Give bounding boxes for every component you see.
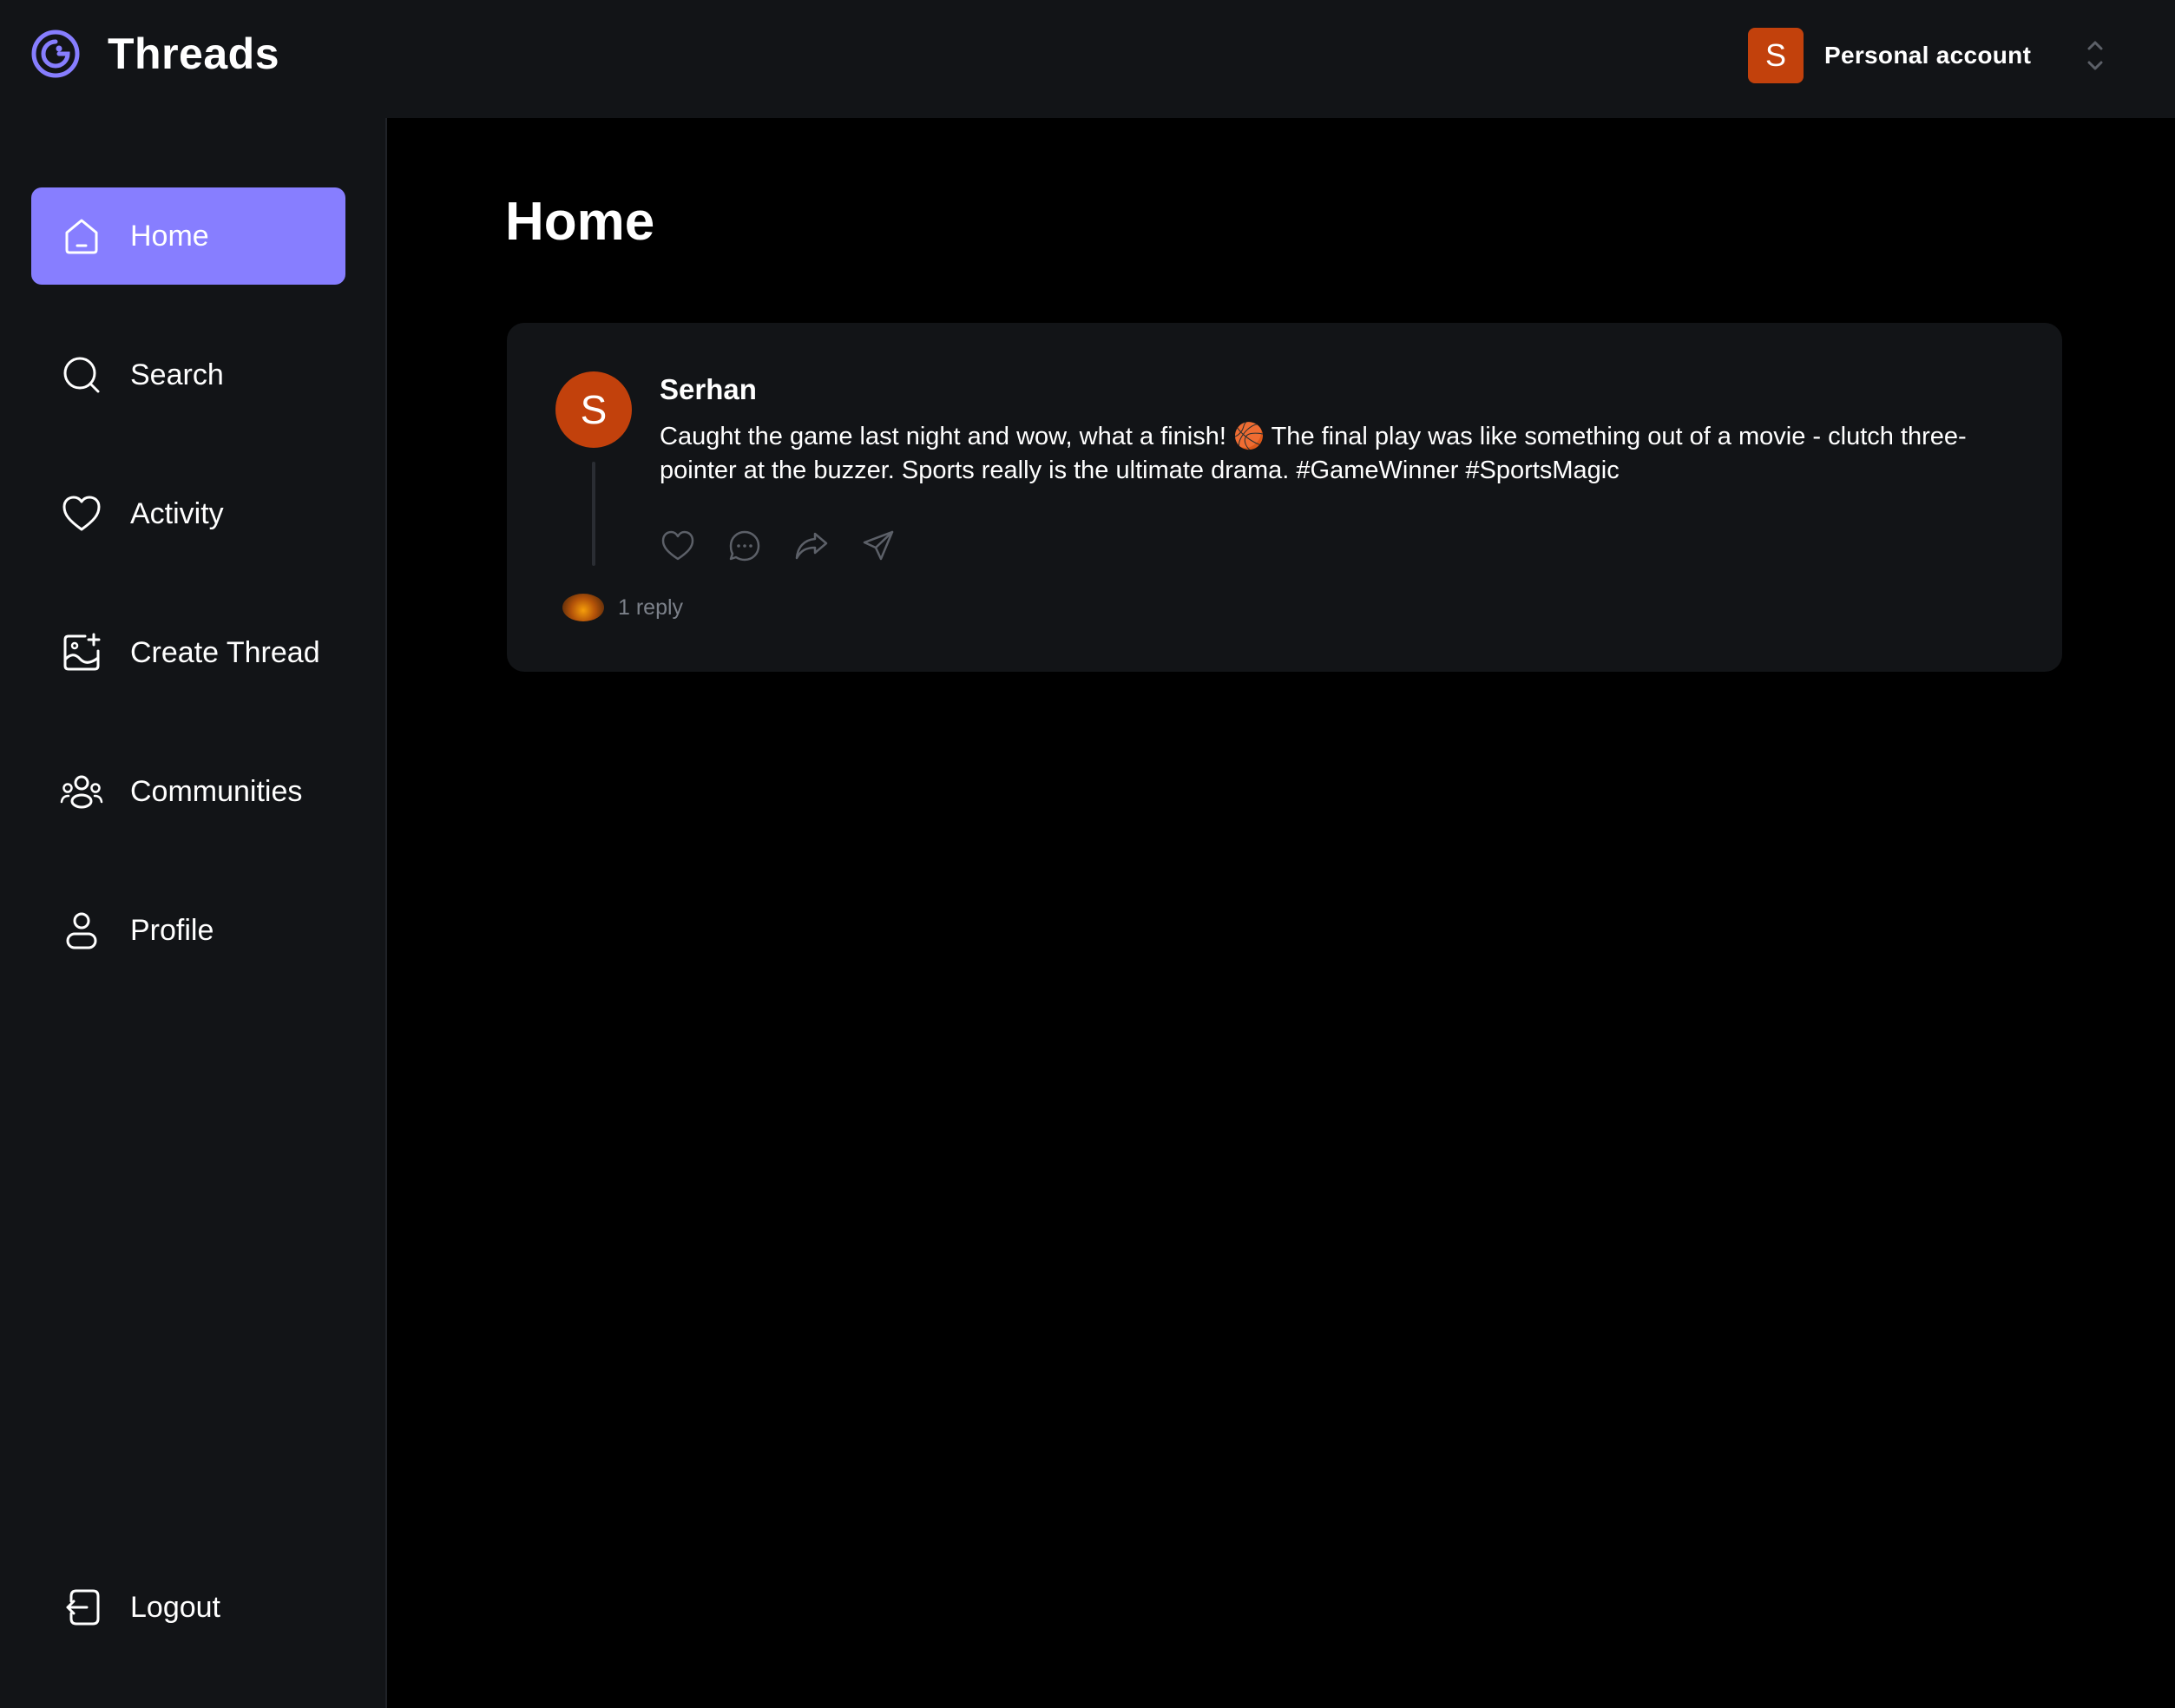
thread-card: S Serhan Caught the game last night and … <box>507 323 2062 672</box>
sidebar-item-label: Search <box>130 358 224 391</box>
author-avatar[interactable]: S <box>555 371 632 448</box>
reply-count: 1 reply <box>618 595 684 620</box>
app-title: Threads <box>108 30 280 78</box>
sidebar-item-home[interactable]: Home <box>31 187 345 285</box>
logout-icon <box>59 1585 104 1630</box>
account-avatar: S <box>1748 28 1804 83</box>
home-icon <box>59 214 104 259</box>
logout-label: Logout <box>130 1590 220 1624</box>
user-icon <box>59 908 104 953</box>
image-plus-icon <box>59 630 104 675</box>
main-content: Home S Serhan Caught the game last night… <box>389 118 2175 1708</box>
heart-icon <box>59 491 104 536</box>
reply-icon[interactable] <box>726 528 763 564</box>
account-label: Personal account <box>1824 42 2032 69</box>
sidebar-item-label: Home <box>130 219 209 253</box>
sidebar-item-communities[interactable]: Communities <box>31 743 345 840</box>
topbar: Threads S Personal account <box>0 0 2175 118</box>
threads-logo-icon <box>30 28 82 80</box>
sidebar-item-label: Activity <box>130 496 224 530</box>
logout-button[interactable]: Logout <box>31 1559 345 1656</box>
heart-icon[interactable] <box>660 528 696 564</box>
thread-actions <box>660 528 927 564</box>
chevron-up-down-icon[interactable] <box>2081 35 2109 76</box>
repost-icon[interactable] <box>793 528 830 564</box>
users-icon <box>59 769 104 814</box>
sidebar-item-label: Create Thread <box>130 635 320 669</box>
sidebar: Home Search Activity Create Thread Commu… <box>0 118 387 1708</box>
sidebar-item-label: Profile <box>130 913 214 947</box>
search-icon <box>59 352 104 397</box>
replies-link[interactable]: 1 reply <box>562 594 683 621</box>
reply-avatar <box>562 594 604 621</box>
author-name[interactable]: Serhan <box>660 373 757 406</box>
brand[interactable]: Threads <box>30 28 279 80</box>
sidebar-item-activity[interactable]: Activity <box>31 465 345 562</box>
sidebar-item-profile[interactable]: Profile <box>31 882 345 979</box>
page-title: Home <box>505 192 655 252</box>
share-icon[interactable] <box>860 528 897 564</box>
sidebar-item-search[interactable]: Search <box>31 326 345 424</box>
thread-connector-line <box>592 462 595 566</box>
sidebar-item-create-thread[interactable]: Create Thread <box>31 604 345 701</box>
account-switcher[interactable]: S Personal account <box>1748 28 2031 83</box>
thread-text: Caught the game last night and wow, what… <box>660 423 1967 484</box>
sidebar-item-label: Communities <box>130 774 303 808</box>
